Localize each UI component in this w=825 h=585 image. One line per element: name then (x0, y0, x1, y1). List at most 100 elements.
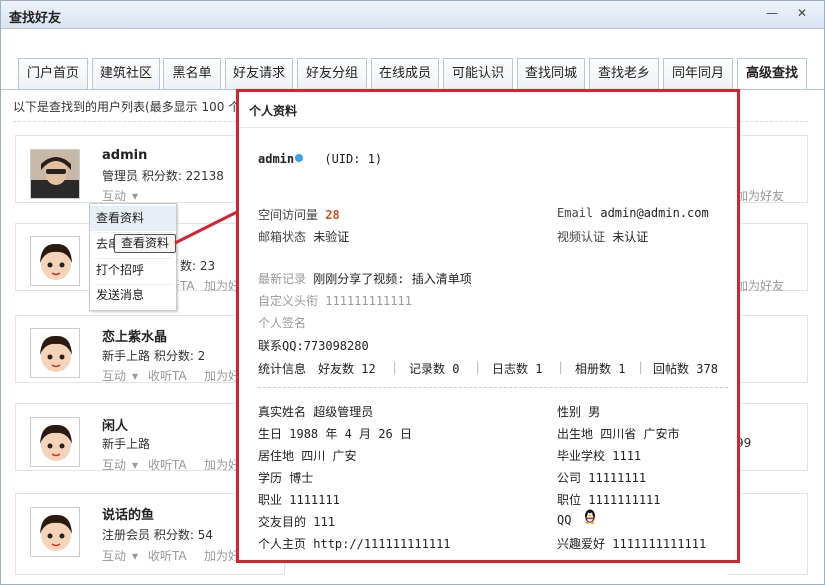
menu-item-greet[interactable]: 打个招呼 (90, 258, 176, 283)
result-info: 以下是查找到的用户列表(最多显示 100 个 (13, 100, 241, 114)
school-row: 毕业学校 1111 (557, 447, 641, 464)
tab-same-city[interactable]: 查找同城 (517, 58, 585, 89)
follow-link[interactable]: 收听TA (148, 367, 187, 384)
divider (258, 387, 728, 388)
interact-button[interactable]: 互动 ▾ (102, 187, 144, 204)
add-friend-link[interactable]: 加为好 (204, 367, 240, 384)
mail-status-row: 邮箱状态 未验证 (258, 228, 349, 245)
divider: | (637, 360, 645, 374)
tab-people-you-may-know[interactable]: 可能认识 (443, 58, 513, 89)
residence-label: 居住地 (258, 449, 295, 463)
video-label: 视频认证 (557, 230, 606, 244)
avatar[interactable] (30, 328, 80, 378)
divider: | (557, 360, 565, 374)
custom-title-label: 自定义头衔 (258, 294, 319, 308)
qq-penguin-icon[interactable] (582, 508, 598, 524)
purpose-label: 交友目的 (258, 515, 307, 529)
position-row: 职位 1111111111 (557, 491, 661, 508)
user-meta: 数: 23 (180, 259, 216, 273)
add-friend-link[interactable]: 加为好 (204, 547, 240, 564)
company-value: 11111111 (588, 471, 647, 485)
residence-row: 居住地 四川 广安 (258, 447, 356, 464)
follow-link[interactable]: 收听TA (148, 456, 187, 473)
tab-friend-requests[interactable]: 好友请求 (225, 58, 293, 89)
realname-value: 超级管理员 (313, 405, 374, 419)
latest-value[interactable]: 刚刚分享了视频: 插入清单项 (313, 272, 471, 286)
residence-value: 四川 广安 (301, 449, 357, 463)
avatar[interactable] (30, 149, 80, 199)
degree-value: 博士 (289, 471, 314, 485)
user-name[interactable]: 说话的鱼 (102, 504, 154, 523)
stat-value: 12 (361, 362, 376, 376)
degree-label: 学历 (258, 471, 283, 485)
position-label: 职位 (557, 493, 582, 507)
tab-advanced-search[interactable]: 高级查找 (737, 58, 807, 90)
job-row: 职业 1111111 (258, 491, 340, 508)
stat-records[interactable]: 记录数 0 (409, 360, 459, 377)
homepage-link[interactable]: http://111111111111 (313, 537, 450, 551)
avatar[interactable] (30, 417, 80, 467)
birthday-value: 1988 年 4 月 26 日 (289, 427, 412, 441)
tab-portal-home[interactable]: 门户首页 (18, 58, 88, 89)
signature-row: 个人签名 (258, 314, 306, 331)
window-title: 查找好友 (9, 11, 62, 26)
profile-username[interactable]: admin (258, 152, 294, 166)
minimize-icon[interactable]: — (761, 4, 783, 22)
signature-label: 个人签名 (258, 316, 307, 330)
stat-label: 相册数 (575, 362, 612, 376)
job-value: 1111111 (289, 493, 340, 507)
birthplace-label: 出生地 (557, 427, 594, 441)
homepage-label: 个人主页 (258, 537, 307, 551)
add-friend-link[interactable]: 加为好 (204, 456, 240, 473)
tab-hometown[interactable]: 查找老乡 (589, 58, 659, 89)
qq-row: QQ (557, 513, 571, 527)
stat-friends[interactable]: 好友数 12 (318, 360, 376, 377)
interact-button[interactable]: 互动 ▾ (102, 367, 144, 384)
close-icon[interactable]: ✕ (791, 4, 813, 22)
menu-item-view-profile[interactable]: 查看资料 (90, 206, 176, 231)
tab-building-community[interactable]: 建筑社区 (92, 58, 160, 89)
tab-friend-groups[interactable]: 好友分组 (297, 58, 367, 89)
menu-item-send-message[interactable]: 发送消息 (90, 283, 176, 308)
user-meta: 注册会员 积分数: 54 (102, 528, 213, 542)
interact-button[interactable]: 互动 ▾ (102, 456, 144, 473)
mail-status-value: 未验证 (313, 230, 350, 244)
avatar-cartoon (31, 508, 79, 556)
latest-label: 最新记录 (258, 272, 307, 286)
company-label: 公司 (557, 471, 582, 485)
profile-panel: 个人资料 admin (UID: 1) 空间访问量 28 Email admin… (236, 89, 740, 563)
custom-title-value: 111111111111 (325, 294, 412, 308)
user-name[interactable]: admin (102, 148, 147, 163)
stat-replies[interactable]: 回帖数 378 (653, 360, 718, 377)
purpose-value: 111 (313, 515, 335, 529)
stat-blogs[interactable]: 日志数 1 (492, 360, 542, 377)
stats-row: 统计信息 (258, 360, 306, 377)
stat-value: 1 (535, 362, 543, 376)
divider: | (474, 360, 482, 374)
user-name[interactable]: 恋上紫水晶 (102, 326, 167, 345)
stat-label: 回帖数 (653, 362, 690, 376)
profile-username-row: admin (UID: 1) (258, 152, 382, 166)
position-value: 1111111111 (588, 493, 661, 507)
avatar[interactable] (30, 236, 80, 286)
gender-label: 性别 (557, 405, 582, 419)
tab-blacklist[interactable]: 黑名单 (163, 58, 221, 89)
qq-contact-value: 773098280 (303, 339, 369, 353)
qq-label: QQ (557, 513, 572, 527)
gender-row: 性别 男 (557, 403, 600, 420)
job-label: 职业 (258, 493, 283, 507)
tab-online-members[interactable]: 在线成员 (371, 58, 439, 89)
user-name[interactable]: 闲人 (102, 415, 128, 434)
follow-link[interactable]: 收听TA (148, 547, 187, 564)
stat-albums[interactable]: 相册数 1 (575, 360, 625, 377)
interact-button[interactable]: 互动 ▾ (102, 547, 144, 564)
add-friend-link[interactable]: 加为好 (204, 277, 240, 294)
tab-same-birth-month[interactable]: 同年同月 (663, 58, 733, 89)
profile-uid: (UID: 1) (324, 152, 383, 166)
add-friend-link[interactable]: 加为好友 (736, 277, 784, 294)
stats-label: 统计信息 (258, 362, 307, 376)
email-row: Email admin@admin.com (557, 206, 709, 220)
avatar[interactable] (30, 507, 80, 557)
avatar-cartoon (31, 329, 79, 377)
add-friend-link[interactable]: 加为好友 (736, 187, 784, 204)
